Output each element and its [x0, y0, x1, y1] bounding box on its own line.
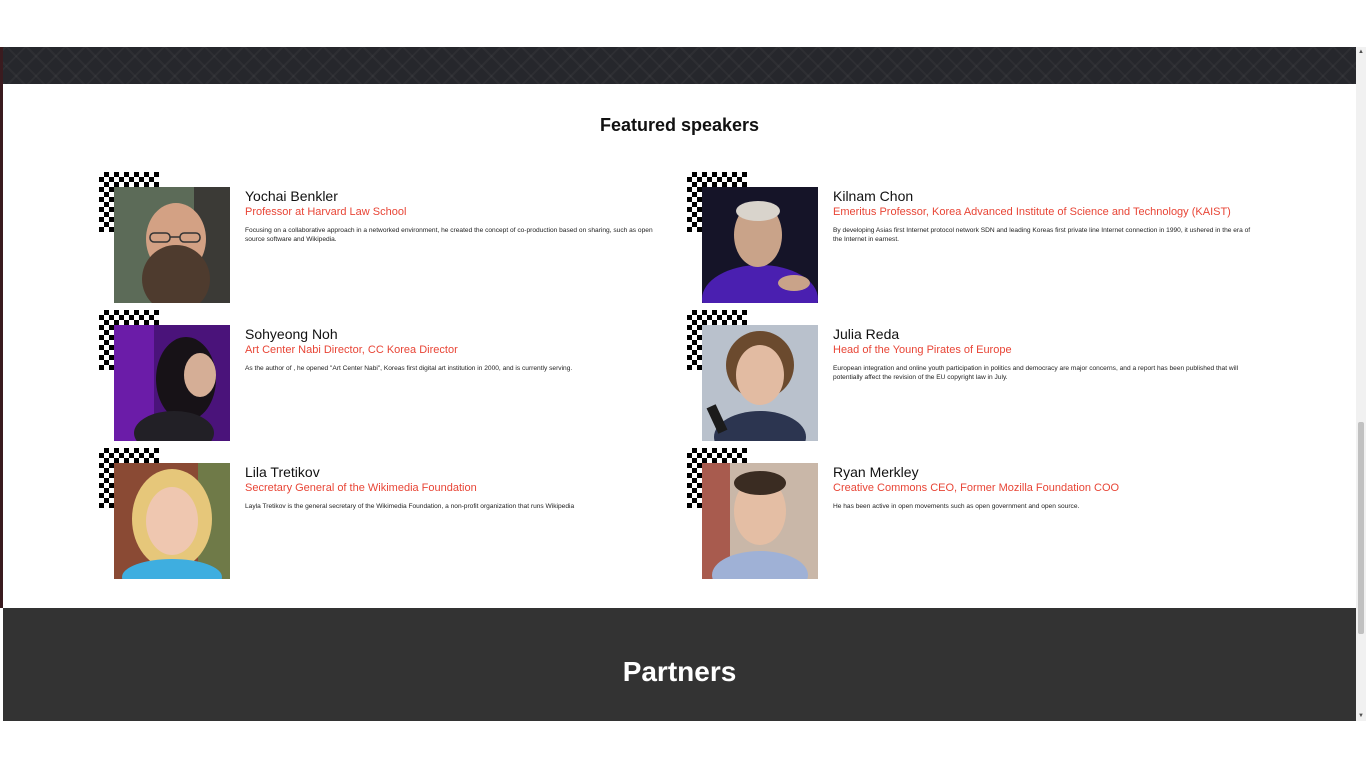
speaker-role: Art Center Nabi Director, CC Korea Direc…	[245, 344, 458, 356]
speaker-card-sohyeong-noh[interactable]: Sohyeong Noh Art Center Nabi Director, C…	[99, 310, 699, 442]
scroll-up-icon[interactable]: ▲	[1356, 47, 1366, 57]
section-title: Featured speakers	[599, 115, 760, 135]
speaker-name[interactable]: Ryan Merkley	[833, 464, 919, 480]
scroll-down-icon[interactable]: ▼	[1356, 711, 1366, 721]
speaker-role: Professor at Harvard Law School	[245, 206, 407, 218]
speaker-description: He has been active in open movements suc…	[833, 503, 1080, 510]
speaker-photo[interactable]	[702, 187, 818, 303]
speaker-role: Emeritus Professor, Korea Advanced Insti…	[833, 206, 1231, 218]
speaker-card-julia-reda[interactable]: Julia Reda Head of the Young Pirates of …	[687, 310, 1287, 442]
speaker-name[interactable]: Yochai Benkler	[245, 188, 338, 204]
speaker-description: Layla Tretikov is the general secretary …	[245, 503, 575, 510]
speaker-description: European integration and online youth pa…	[833, 365, 1239, 381]
partners-title: Partners	[622, 656, 737, 687]
speaker-photo[interactable]	[702, 463, 818, 579]
speaker-description: By developing Asias first Internet proto…	[833, 227, 1251, 243]
speaker-photo[interactable]	[114, 463, 230, 579]
speaker-name[interactable]: Lila Tretikov	[245, 464, 320, 480]
speaker-description: Focusing on a collaborative approach in …	[245, 227, 653, 243]
speaker-role: Head of the Young Pirates of Europe	[833, 344, 1012, 356]
speaker-photo[interactable]	[114, 187, 230, 303]
speaker-description: As the author of , he opened "Art Center…	[245, 365, 573, 372]
speaker-card-lila-tretikov[interactable]: Lila Tretikov Secretary General of the W…	[99, 448, 699, 580]
speaker-card-ryan-merkley[interactable]: Ryan Merkley Creative Commons CEO, Forme…	[687, 448, 1287, 580]
partners-section: Partners	[3, 608, 1356, 721]
speaker-name[interactable]: Julia Reda	[833, 326, 899, 342]
vertical-scrollbar[interactable]: ▲ ▼	[1356, 47, 1366, 721]
featured-speakers-section: Featured speakers Yochai Benkler Profess…	[3, 84, 1356, 608]
speaker-card-kilnam-chon[interactable]: Kilnam Chon Emeritus Professor, Korea Ad…	[687, 172, 1287, 304]
speaker-name[interactable]: Kilnam Chon	[833, 188, 913, 204]
speaker-role: Creative Commons CEO, Former Mozilla Fou…	[833, 482, 1120, 494]
speaker-role: Secretary General of the Wikimedia Found…	[245, 482, 477, 494]
speaker-name[interactable]: Sohyeong Noh	[245, 326, 338, 342]
speaker-photo[interactable]	[702, 325, 818, 441]
header-pattern-band	[0, 47, 1356, 84]
scrollbar-thumb[interactable]	[1358, 422, 1364, 634]
speaker-photo[interactable]	[114, 325, 230, 441]
speaker-card-yochai-benkler[interactable]: Yochai Benkler Professor at Harvard Law …	[99, 172, 699, 304]
